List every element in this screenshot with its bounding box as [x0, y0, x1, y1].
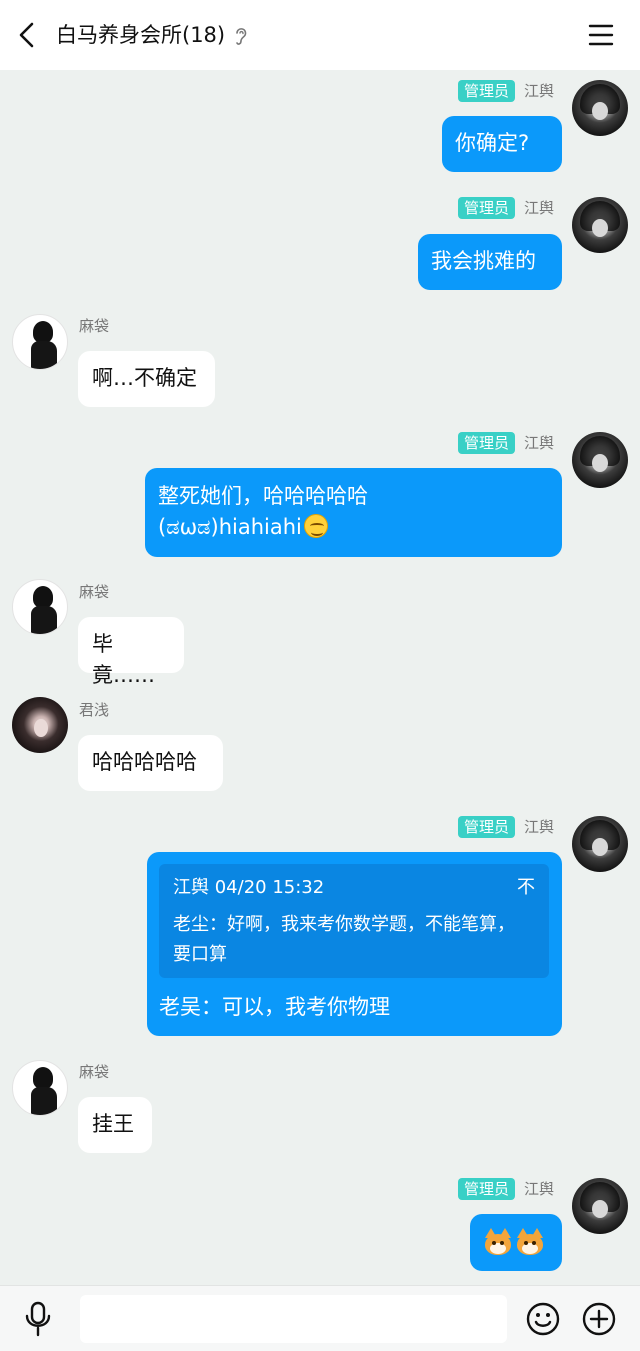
- sender-name: 江舆: [524, 82, 555, 100]
- message-bubble[interactable]: 啊…不确定: [78, 351, 215, 407]
- avatar[interactable]: [572, 816, 628, 872]
- avatar[interactable]: [12, 314, 68, 370]
- avatar[interactable]: [12, 697, 68, 753]
- admin-badge: 管理员: [458, 816, 516, 838]
- message-bubble[interactable]: 你确定?: [442, 116, 562, 172]
- sender-name: 君浅: [79, 701, 110, 719]
- quote-body: 老尘：好啊，我来考你数学题，不能笔算，要口算: [173, 914, 515, 965]
- sender-name: 江舆: [524, 434, 555, 452]
- quote-header: 江舆 04/20 15:32: [173, 877, 325, 898]
- message-bubble[interactable]: 挂王: [78, 1097, 152, 1153]
- message-bubble[interactable]: 我会挑难的: [418, 234, 562, 290]
- sender-name: 麻袋: [79, 1063, 110, 1081]
- back-icon[interactable]: [14, 20, 42, 50]
- sender-name: 江舆: [524, 1180, 555, 1198]
- shiba-emoji: [516, 1227, 544, 1257]
- smirk-emoji: [303, 514, 328, 538]
- quote-fold-toggle[interactable]: 不: [517, 876, 535, 900]
- admin-badge: 管理员: [458, 1178, 516, 1200]
- sender-name: 江舆: [524, 199, 555, 217]
- message-text: 毕竟……: [92, 632, 155, 687]
- quoted-message[interactable]: 江舆 04/20 15:32 不 老尘：好啊，我来考你数学题，不能笔算，要口算: [159, 864, 549, 978]
- avatar[interactable]: [572, 197, 628, 253]
- chat-title: 白马养身会所(18): [56, 23, 226, 47]
- message-text: 我会挑难的: [431, 249, 536, 273]
- avatar[interactable]: [572, 1178, 628, 1234]
- shiba-emoji: [484, 1227, 512, 1257]
- mic-icon[interactable]: [22, 1301, 54, 1337]
- avatar[interactable]: [12, 1060, 68, 1116]
- sender-name: 麻袋: [79, 583, 110, 601]
- top-bar: 白马养身会所(18): [0, 0, 640, 70]
- message-text: 你确定?: [455, 131, 530, 155]
- sender-name: 麻袋: [79, 317, 110, 335]
- message-bubble[interactable]: 哈哈哈哈哈: [78, 735, 223, 791]
- message-text: (ಡωಡ)hiahiahi: [158, 515, 302, 539]
- message-bubble[interactable]: [470, 1214, 562, 1271]
- message-text-line: 整死她们，哈哈哈哈哈: [158, 484, 368, 508]
- menu-icon[interactable]: [588, 22, 614, 48]
- message-text: 啊…不确定: [92, 366, 197, 390]
- message-text-line: (ಡωಡ)hiahiahi: [158, 512, 549, 543]
- admin-badge: 管理员: [458, 197, 516, 219]
- message-bubble[interactable]: 毕竟……: [78, 617, 184, 687]
- message-bubble[interactable]: 整死她们，哈哈哈哈哈 (ಡωಡ)hiahiahi: [145, 468, 562, 557]
- ear-icon[interactable]: [233, 25, 249, 47]
- message-text: 哈哈哈哈哈: [92, 750, 197, 774]
- message-text: 挂王: [92, 1112, 134, 1136]
- admin-badge: 管理员: [458, 80, 516, 102]
- smile-icon[interactable]: [525, 1301, 561, 1337]
- message-list[interactable]: 管理员 江舆 你确定? 管理员 江舆 我会挑难的 麻袋 啊…不确定 管理员 江舆…: [0, 70, 640, 1285]
- avatar[interactable]: [572, 432, 628, 488]
- reply-message-bubble[interactable]: 江舆 04/20 15:32 不 老尘：好啊，我来考你数学题，不能笔算，要口算 …: [147, 852, 562, 1036]
- admin-badge: 管理员: [458, 432, 516, 454]
- message-text: 老吴：可以，我考你物理: [159, 995, 390, 1019]
- message-input[interactable]: [80, 1295, 507, 1343]
- composer-bar: [0, 1285, 640, 1351]
- sender-name: 江舆: [524, 818, 555, 836]
- plus-icon[interactable]: [581, 1301, 617, 1337]
- avatar[interactable]: [572, 80, 628, 136]
- avatar[interactable]: [12, 579, 68, 635]
